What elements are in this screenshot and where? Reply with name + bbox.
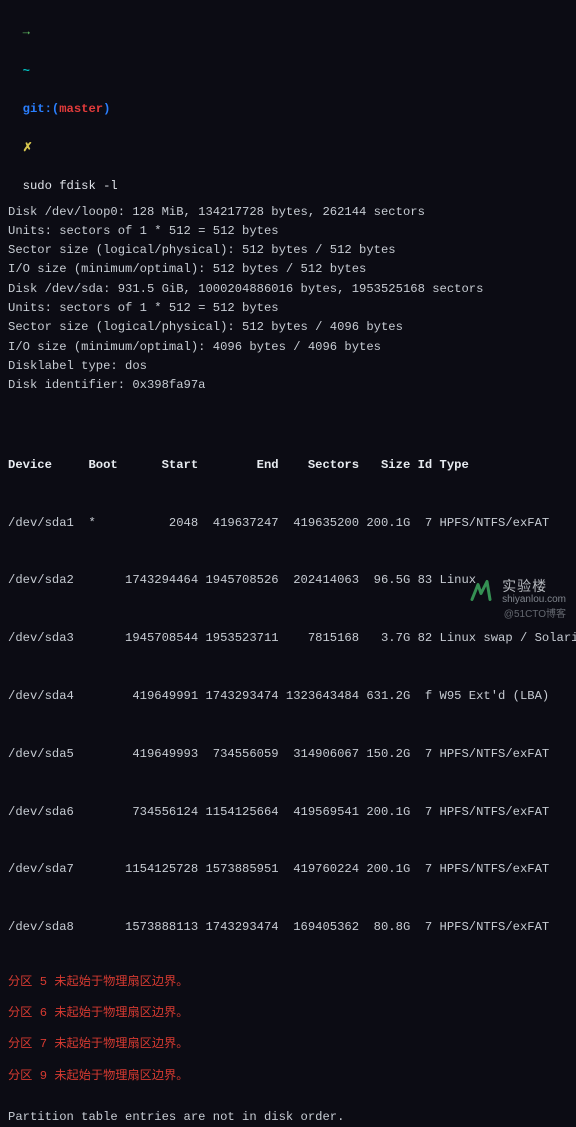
table-row: /dev/sda6 734556124 1154125664 419569541… — [8, 803, 568, 822]
table-header: Device Boot Start End Sectors Size Id Ty… — [8, 456, 568, 475]
prompt-git-label: git: — [23, 102, 52, 116]
table-row: /dev/sda5 419649993 734556059 314906067 … — [8, 745, 568, 764]
warning-line: 分区 7 未起始于物理扇区边界。 — [8, 1035, 568, 1054]
output-line: Disklabel type: dos — [8, 357, 568, 376]
prompt-arrow-icon: → — [23, 25, 30, 39]
warning-line: 分区 5 未起始于物理扇区边界。 — [8, 973, 568, 992]
table-row: /dev/sda2 1743294464 1945708526 20241406… — [8, 571, 568, 590]
table-row: /dev/sda7 1154125728 1573885951 41976022… — [8, 860, 568, 879]
output-line: I/O size (minimum/optimal): 512 bytes / … — [8, 260, 568, 279]
output-line: Sector size (logical/physical): 512 byte… — [8, 241, 568, 260]
output-line: Units: sectors of 1 * 512 = 512 bytes — [8, 222, 568, 241]
table-row: /dev/sda8 1573888113 1743293474 16940536… — [8, 918, 568, 937]
command-text[interactable]: sudo fdisk -l — [23, 179, 118, 193]
prompt-cwd: ~ — [23, 64, 30, 78]
output-line: Units: sectors of 1 * 512 = 512 bytes — [8, 299, 568, 318]
table-row: /dev/sda4 419649991 1743293474 132364348… — [8, 687, 568, 706]
disk-sda-block: Disk /dev/sda: 931.5 GiB, 1000204886016 … — [8, 280, 568, 396]
footer-note: Partition table entries are not in disk … — [8, 1108, 568, 1127]
watermark-subtitle: @51CTO博客 — [504, 607, 566, 623]
prompt-git-paren-r: ) — [103, 102, 110, 116]
partition-warnings: 分区 5 未起始于物理扇区边界。 分区 6 未起始于物理扇区边界。 分区 7 未… — [8, 973, 568, 1086]
output-line: Sector size (logical/physical): 512 byte… — [8, 318, 568, 337]
output-line: Disk identifier: 0x398fa97a — [8, 376, 568, 395]
disk-loop0-block: Disk /dev/loop0: 128 MiB, 134217728 byte… — [8, 203, 568, 280]
partition-table: Device Boot Start End Sectors Size Id Ty… — [8, 417, 568, 956]
prompt-git-branch: master — [59, 102, 103, 116]
table-row: /dev/sda3 1945708544 1953523711 7815168 … — [8, 629, 568, 648]
warning-line: 分区 6 未起始于物理扇区边界。 — [8, 1004, 568, 1023]
warning-line: 分区 9 未起始于物理扇区边界。 — [8, 1067, 568, 1086]
output-line: I/O size (minimum/optimal): 4096 bytes /… — [8, 338, 568, 357]
output-line: Disk /dev/sda: 931.5 GiB, 1000204886016 … — [8, 280, 568, 299]
output-line: Disk /dev/loop0: 128 MiB, 134217728 byte… — [8, 203, 568, 222]
prompt-dirty-icon: ✗ — [23, 141, 33, 155]
shell-prompt: → ~ git:(master) ✗ sudo fdisk -l — [8, 4, 568, 197]
table-row: /dev/sda1 * 2048 419637247 419635200 200… — [8, 514, 568, 533]
